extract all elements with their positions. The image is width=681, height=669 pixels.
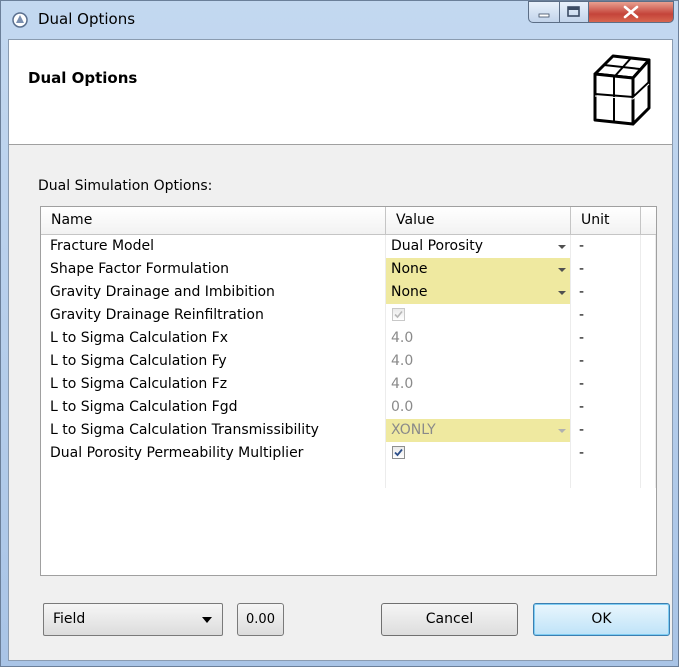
cancel-button[interactable]: Cancel [381, 603, 518, 636]
row-name: Gravity Drainage Reinfiltration [41, 304, 386, 327]
row-name: Fracture Model [41, 235, 386, 258]
banner-title: Dual Options [28, 69, 138, 87]
value-dropdown[interactable]: None [386, 281, 571, 304]
close-button[interactable] [588, 1, 674, 23]
value-dropdown[interactable]: None [386, 258, 571, 281]
dropdown-arrow-icon[interactable] [558, 429, 566, 433]
dropdown-arrow-icon[interactable] [558, 291, 566, 295]
ok-button[interactable]: OK [533, 603, 670, 636]
table-row: L to Sigma Calculation Fz 4.0 - [41, 373, 656, 396]
row-unit: - [571, 350, 641, 373]
group-label: Dual Simulation Options: [38, 178, 213, 194]
table-row: L to Sigma Calculation Fgd 0.0 - [41, 396, 656, 419]
value-text: XONLY [391, 422, 436, 438]
row-unit: - [571, 327, 641, 350]
title-bar[interactable]: Dual Options [1, 1, 680, 39]
value-field[interactable]: 4.0 [386, 373, 571, 396]
row-unit: - [571, 281, 641, 304]
value-field[interactable]: 4.0 [386, 350, 571, 373]
table-row: Gravity Drainage and Imbibition None - [41, 281, 656, 304]
row-name: L to Sigma Calculation Fx [41, 327, 386, 350]
row-unit: - [571, 373, 641, 396]
reinfiltration-checkbox[interactable] [392, 308, 405, 321]
column-header-unit[interactable]: Unit [571, 207, 641, 234]
value-cell [386, 304, 571, 327]
value-field[interactable]: 0.0 [386, 396, 571, 419]
row-unit: - [571, 442, 641, 465]
table-header: Name Value Unit [41, 207, 656, 235]
row-name: Dual Porosity Permeability Multiplier [41, 442, 386, 465]
fractured-cube-icon [583, 48, 657, 130]
table-row: L to Sigma Calculation Transmissibility … [41, 419, 656, 442]
dialog-body: Dual Options Dual Simulation Options: Na… [8, 39, 673, 661]
row-name: L to Sigma Calculation Fgd [41, 396, 386, 419]
column-header-value[interactable]: Value [386, 207, 571, 234]
unit-system-select[interactable]: Field [43, 603, 223, 636]
value-text: None [391, 261, 428, 277]
row-name: Gravity Drainage and Imbibition [41, 281, 386, 304]
table-row: Gravity Drainage Reinfiltration - [41, 304, 656, 327]
minimize-button[interactable] [528, 1, 560, 23]
row-unit: - [571, 419, 641, 442]
value-text: Dual Porosity [391, 238, 484, 254]
value-cell [386, 442, 571, 465]
row-name: L to Sigma Calculation Transmissibility [41, 419, 386, 442]
maximize-button[interactable] [559, 1, 589, 23]
row-name: L to Sigma Calculation Fy [41, 350, 386, 373]
column-header-name[interactable]: Name [41, 207, 386, 234]
table-row: Shape Factor Formulation None - [41, 258, 656, 281]
header-banner: Dual Options [9, 40, 672, 145]
value-dropdown[interactable]: XONLY [386, 419, 571, 442]
row-unit: - [571, 304, 641, 327]
table-row-empty [41, 465, 656, 488]
options-table: Name Value Unit Fracture Model Dual Poro… [40, 206, 657, 576]
value-field[interactable]: 4.0 [386, 327, 571, 350]
chevron-down-icon [202, 617, 212, 623]
row-unit: - [571, 258, 641, 281]
table-row: Fracture Model Dual Porosity - [41, 235, 656, 258]
row-name: Shape Factor Formulation [41, 258, 386, 281]
unit-system-value: Field [53, 611, 86, 627]
row-name: L to Sigma Calculation Fz [41, 373, 386, 396]
value-button[interactable]: 0.00 [237, 603, 284, 636]
dropdown-arrow-icon[interactable] [558, 245, 566, 249]
permeability-multiplier-checkbox[interactable] [392, 446, 405, 459]
table-row: Dual Porosity Permeability Multiplier - [41, 442, 656, 465]
window-title: Dual Options [38, 10, 136, 28]
table-row: L to Sigma Calculation Fy 4.0 - [41, 350, 656, 373]
table-row: L to Sigma Calculation Fx 4.0 - [41, 327, 656, 350]
dialog-window: Dual Options Dual Options Dual Simulatio… [0, 0, 679, 667]
row-unit: - [571, 235, 641, 258]
dropdown-arrow-icon[interactable] [558, 268, 566, 272]
value-dropdown[interactable]: Dual Porosity [386, 235, 571, 258]
value-text: None [391, 284, 428, 300]
row-unit: - [571, 396, 641, 419]
app-icon [11, 11, 29, 29]
